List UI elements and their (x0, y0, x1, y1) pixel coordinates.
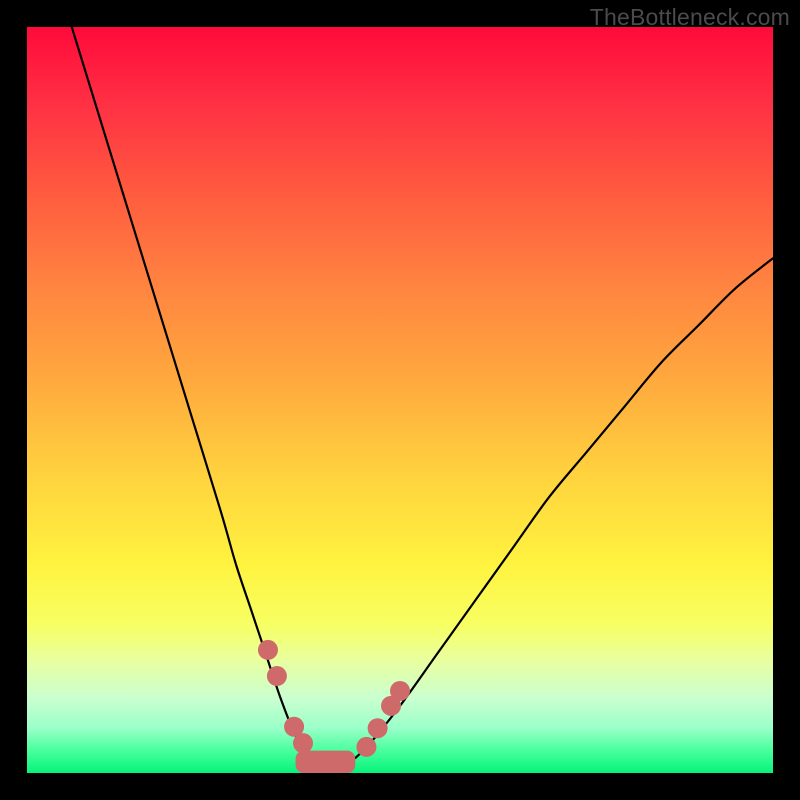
curve-marker (258, 640, 278, 660)
curve-marker (390, 681, 410, 701)
curve-marker (356, 737, 376, 757)
curve-marker (368, 718, 388, 738)
bottleneck-curve-right (355, 258, 773, 758)
chart-plot-area (27, 27, 773, 773)
chart-svg-overlay (27, 27, 773, 773)
chart-outer-frame: TheBottleneck.com (0, 0, 800, 800)
valley-bar (296, 751, 356, 773)
curve-marker (267, 666, 287, 686)
curve-marker (293, 733, 313, 753)
